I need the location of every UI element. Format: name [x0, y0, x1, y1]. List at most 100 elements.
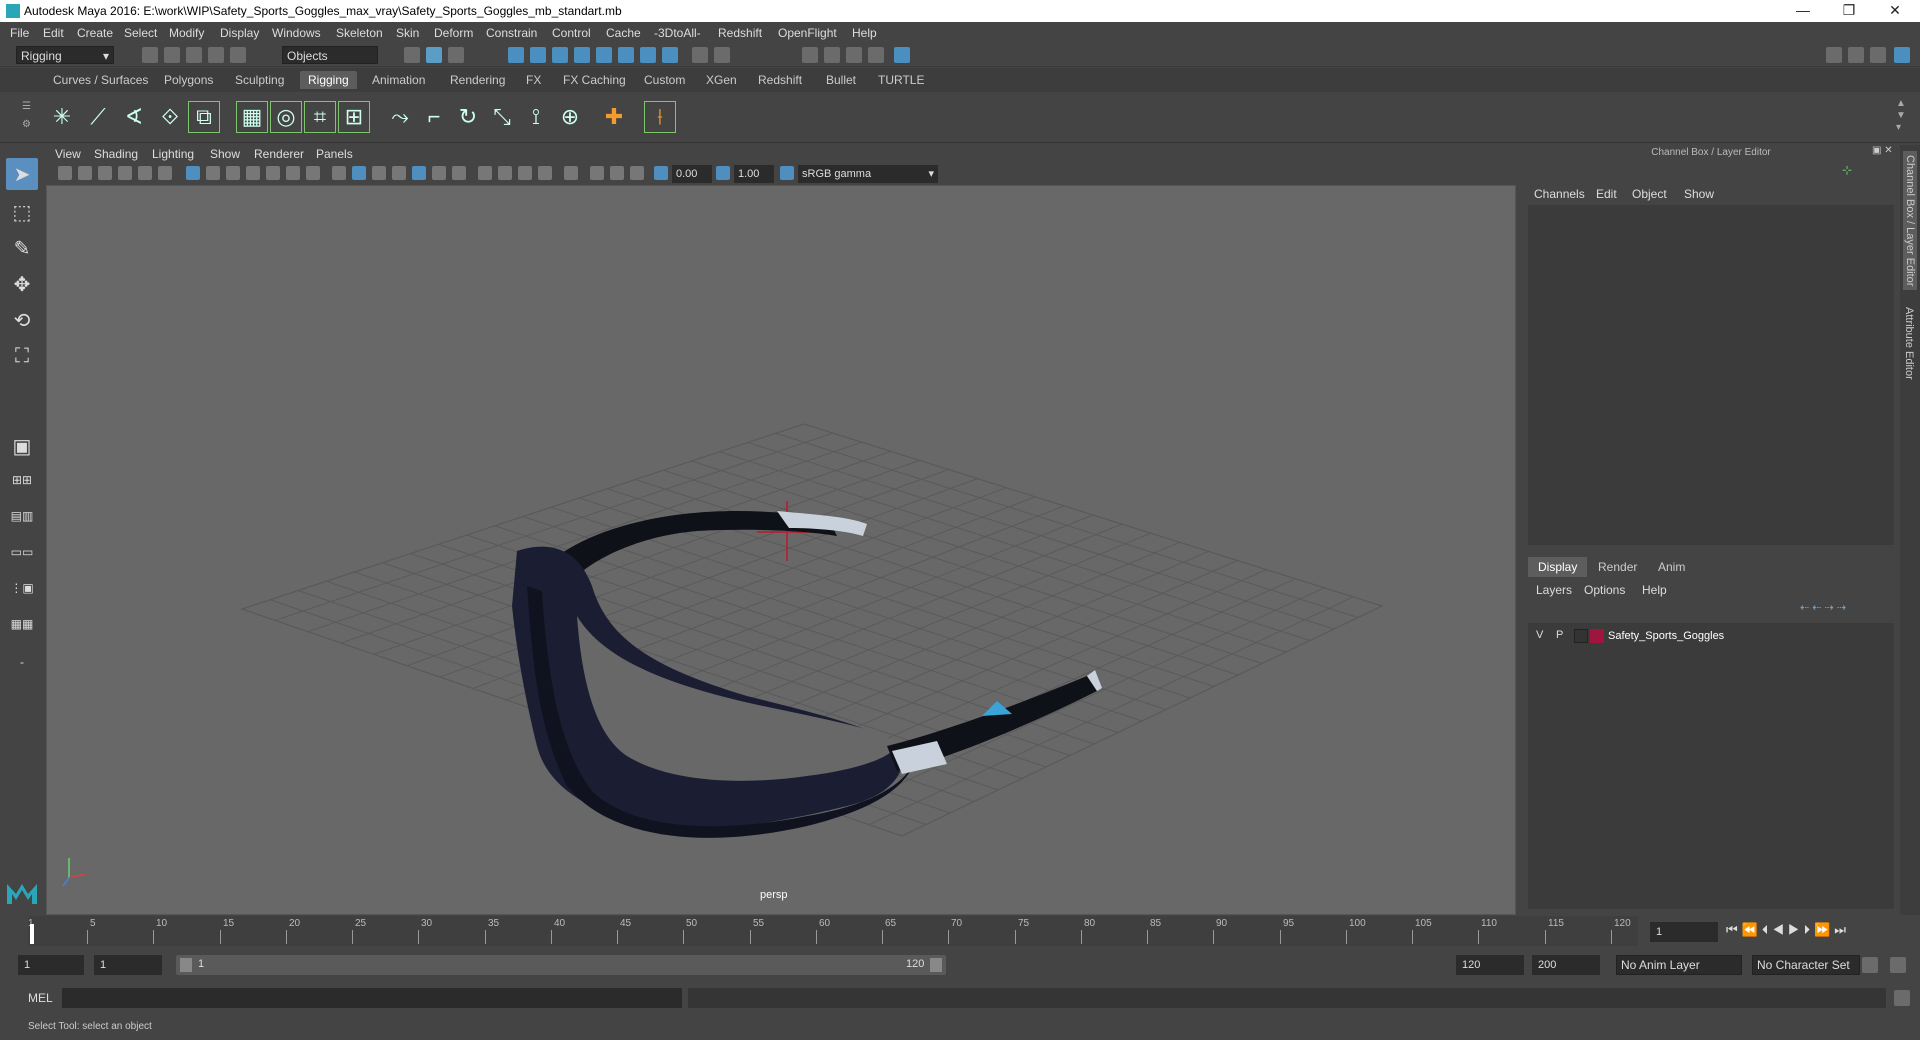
select-object-icon[interactable]: [426, 47, 442, 63]
vp-menu-panels[interactable]: Panels: [316, 147, 353, 161]
persp-graph-layout-icon[interactable]: ▭▭: [6, 540, 38, 564]
tab-curves-surfaces[interactable]: Curves / Surfaces: [45, 71, 156, 89]
range-end-handle[interactable]: [930, 958, 942, 972]
scale-tool-icon[interactable]: ⛶: [6, 340, 38, 372]
anti-aliasing-icon[interactable]: [630, 166, 644, 180]
animation-start-field[interactable]: 1: [18, 955, 84, 975]
grid-toggle-icon[interactable]: [186, 166, 200, 180]
backface-culling-icon[interactable]: [538, 166, 552, 180]
vp-menu-renderer[interactable]: Renderer: [254, 147, 304, 161]
render-current-icon[interactable]: [824, 47, 840, 63]
menu-select[interactable]: Select: [124, 26, 157, 40]
modeling-toolkit-icon[interactable]: [1826, 47, 1842, 63]
menu-openflight[interactable]: OpenFlight: [778, 26, 837, 40]
textured-icon[interactable]: [412, 166, 426, 180]
save-scene-icon[interactable]: [186, 47, 202, 63]
current-time-indicator[interactable]: [30, 924, 34, 944]
playback-end-field[interactable]: 120: [1456, 955, 1524, 975]
go-to-start-icon[interactable]: ⏮: [1726, 922, 1742, 937]
paint-select-icon[interactable]: ✎: [6, 232, 38, 264]
range-bar[interactable]: 1 120: [176, 955, 946, 975]
vp-menu-shading[interactable]: Shading: [94, 147, 138, 161]
single-perspective-layout-icon[interactable]: ▣: [6, 430, 38, 462]
select-component-icon[interactable]: [448, 47, 464, 63]
anim-layer-dropdown[interactable]: No Anim Layer: [1616, 955, 1742, 975]
render-settings-icon[interactable]: [868, 47, 884, 63]
menu-help[interactable]: Help: [852, 26, 877, 40]
tab-turtle[interactable]: TURTLE: [870, 71, 932, 89]
wireframe-on-shaded-icon[interactable]: [392, 166, 406, 180]
menu-modify[interactable]: Modify: [169, 26, 204, 40]
playback-start-field[interactable]: 1: [94, 955, 162, 975]
tab-display[interactable]: Display: [1528, 557, 1588, 577]
menu-constrain[interactable]: Constrain: [486, 26, 537, 40]
camera-attributes-icon[interactable]: [78, 166, 92, 180]
color-management-icon[interactable]: [780, 166, 794, 180]
go-to-end-icon[interactable]: ⏭: [1834, 922, 1850, 937]
lasso-tool-icon[interactable]: ⬚: [6, 196, 38, 228]
joint-tool-icon[interactable]: ✳: [46, 101, 78, 133]
pole-vector-icon[interactable]: ⟟: [520, 101, 552, 133]
shelf-scroll-icon[interactable]: ▲ ▼ ▾: [1896, 98, 1906, 134]
layer-color-swatch[interactable]: [1590, 629, 1604, 643]
gamma-field[interactable]: 1.00: [734, 165, 774, 183]
menu-control[interactable]: Control: [552, 26, 591, 40]
step-forward-frame-icon[interactable]: ⏵: [1804, 922, 1815, 937]
selection-mode-dropdown[interactable]: Objects: [282, 46, 378, 64]
resolution-gate-icon[interactable]: [226, 166, 240, 180]
time-ruler[interactable]: 1 51015202530354045505560657075808590951…: [28, 916, 1638, 946]
ik-handle-icon[interactable]: ⟋: [82, 101, 114, 133]
open-scene-icon[interactable]: [164, 47, 180, 63]
restore-button[interactable]: ❐: [1826, 0, 1872, 22]
float-panel-icon[interactable]: ▣ ✕: [1872, 145, 1893, 156]
persp-outliner-layout-icon[interactable]: ▤▥: [6, 504, 38, 528]
ik-fk-icon[interactable]: ⟊: [644, 101, 676, 133]
smooth-bind-icon[interactable]: ◎: [270, 101, 302, 133]
layer-playback-toggle[interactable]: P: [1556, 629, 1563, 641]
snap-point-icon[interactable]: [552, 47, 568, 63]
step-forward-key-icon[interactable]: ⏩: [1814, 922, 1834, 937]
tab-anim[interactable]: Anim: [1648, 557, 1695, 577]
minimize-button[interactable]: —: [1780, 0, 1826, 22]
animation-end-field[interactable]: 200: [1532, 955, 1600, 975]
tab-redshift[interactable]: Redshift: [750, 71, 810, 89]
attribute-editor-toggle-icon[interactable]: [1848, 47, 1864, 63]
tab-rigging[interactable]: Rigging: [300, 71, 357, 89]
grease-pencil-icon[interactable]: [158, 166, 172, 180]
menu-edit[interactable]: Edit: [43, 26, 64, 40]
smooth-shade-icon[interactable]: [352, 166, 366, 180]
channel-box-options-icon[interactable]: ⊹: [1842, 163, 1852, 177]
shelf-options-icon[interactable]: ☰ ⚙: [22, 98, 32, 136]
mel-label[interactable]: MEL: [28, 991, 53, 1005]
perspective-viewport[interactable]: persp: [46, 185, 1516, 915]
menu-create[interactable]: Create: [77, 26, 113, 40]
snap-projected-icon[interactable]: [640, 47, 656, 63]
vp-menu-lighting[interactable]: Lighting: [152, 147, 194, 161]
mirror-joint-icon[interactable]: ⧉: [188, 101, 220, 133]
menu-windows[interactable]: Windows: [272, 26, 321, 40]
play-backward-icon[interactable]: ◀: [1772, 922, 1788, 937]
xray-active-icon[interactable]: [498, 166, 512, 180]
menu-skeleton[interactable]: Skeleton: [336, 26, 383, 40]
tool-settings-toggle-icon[interactable]: [1870, 47, 1886, 63]
channel-box-toggle-icon[interactable]: [1894, 47, 1910, 63]
mel-input[interactable]: [62, 988, 682, 1008]
tab-polygons[interactable]: Polygons: [156, 71, 221, 89]
xray-icon[interactable]: [478, 166, 492, 180]
undo-icon[interactable]: [208, 47, 224, 63]
cb-menu-channels[interactable]: Channels: [1534, 187, 1585, 201]
ambient-occlusion-icon[interactable]: [590, 166, 604, 180]
layer-reference-toggle[interactable]: [1574, 629, 1588, 643]
snap-curve-icon[interactable]: [530, 47, 546, 63]
cb-menu-edit[interactable]: Edit: [1596, 187, 1617, 201]
step-back-key-icon[interactable]: ⏪: [1742, 922, 1762, 937]
tab-custom[interactable]: Custom: [636, 71, 693, 89]
snap-grid-icon[interactable]: [508, 47, 524, 63]
toolbox-options-icon[interactable]: -: [6, 650, 38, 674]
snap-live-icon[interactable]: [596, 47, 612, 63]
animation-preferences-icon[interactable]: [1890, 957, 1906, 973]
snap-bake-icon[interactable]: [618, 47, 634, 63]
menu-skin[interactable]: Skin: [396, 26, 419, 40]
exposure-field[interactable]: 0.00: [672, 165, 712, 183]
close-button[interactable]: ✕: [1872, 0, 1918, 22]
